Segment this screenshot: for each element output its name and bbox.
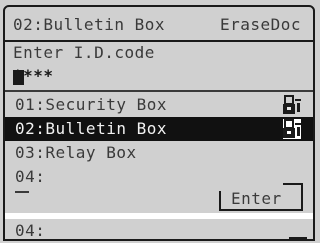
box-item-label: 02:Bulletin Box [15,119,167,138]
panel-frame: 02:Bulletin Box EraseDoc Enter I.D.code … [3,5,315,241]
box-item-label: 04: [15,167,46,186]
page-title: 02:Bulletin Box [13,15,165,34]
softkey-bracket-left [219,191,221,209]
erase-doc-label[interactable]: EraseDoc [220,15,301,35]
lower-box-label: 04: [15,221,46,240]
box-item-bulletin[interactable]: 02:Bulletin Box [5,117,313,141]
box-item-label: 03:Relay Box [15,143,137,162]
title-divider [5,40,313,42]
locked-box-icon [283,119,301,139]
enter-softkey[interactable]: Enter [219,183,303,211]
locked-box-icon [283,95,301,114]
softkey-bracket-bottom [219,209,303,211]
id-prompt-label: Enter I.D.code [13,43,155,62]
lcd-screen: 02:Bulletin Box EraseDoc Enter I.D.code … [0,0,320,243]
lower-box-item[interactable]: 04: [5,221,313,240]
item-underline [15,191,29,193]
id-prompt: Enter I.D.code [5,43,313,65]
lower-cursor-mark [289,237,307,239]
id-code-field[interactable]: **** [5,66,313,88]
id-code-value: **** [13,66,54,85]
softkey-bracket-right [301,183,303,209]
title-bar: 02:Bulletin Box EraseDoc [5,15,313,37]
box-item-security[interactable]: 01:Security Box [5,93,313,117]
enter-label: Enter [231,189,282,208]
list-divider [5,90,313,92]
panel-separator [5,213,313,219]
box-item-relay[interactable]: 03:Relay Box [5,141,313,165]
box-item-label: 01:Security Box [15,95,167,114]
softkey-bracket-top [283,183,303,185]
